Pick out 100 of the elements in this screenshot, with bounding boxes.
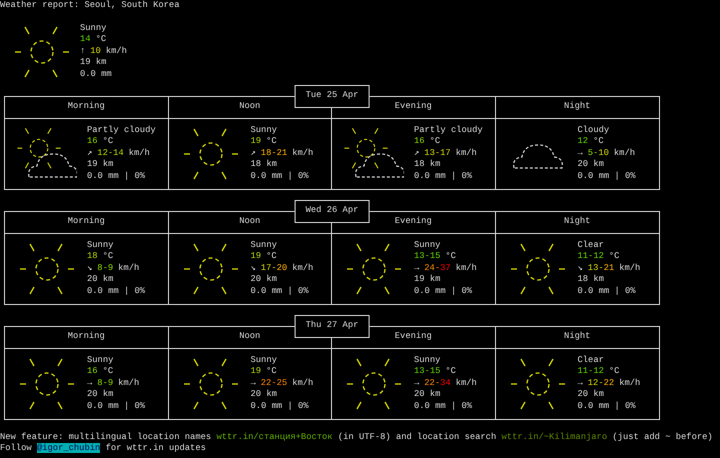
unit-text: °C <box>96 34 106 46</box>
unit-text: km/h <box>118 262 140 274</box>
value-text: 37 <box>440 262 451 274</box>
unit-text: km/h <box>456 148 477 160</box>
date-label: Thu 27 Apr <box>294 314 370 338</box>
value-text: 19 <box>250 251 262 263</box>
condition-text: Partly cloudy <box>87 124 156 136</box>
value-text: 21 <box>604 262 614 274</box>
wind-direction-text: ↗ <box>250 148 256 160</box>
precipitation-text: 0.0 mm | 0% <box>250 170 310 182</box>
handle-link[interactable]: @igor_chubin <box>36 443 100 453</box>
value-text: 13-15 <box>414 251 440 263</box>
unit-text: °C <box>102 366 114 378</box>
value-text: 18-21 <box>260 148 288 160</box>
precipitation-text: 0.0 mm | 0% <box>578 286 637 298</box>
condition-text: Sunny <box>80 22 108 34</box>
condition-text: Sunny <box>87 240 114 252</box>
value-text: 11-12 <box>578 366 604 378</box>
value-text: 16 <box>87 366 98 378</box>
link[interactable]: wttr.in/~Kilimanjaro <box>502 432 608 442</box>
period-header: Night <box>496 326 659 348</box>
report-title: Weather report: Seoul, South Korea <box>0 0 180 12</box>
unit-text: km/h <box>292 148 314 160</box>
visibility-text: 20 km <box>250 274 278 286</box>
value-text: 34 <box>440 378 451 390</box>
wind-direction-text: → <box>87 378 92 390</box>
visibility-text: 19 km <box>414 274 442 286</box>
value-text: 13-17 <box>424 148 451 160</box>
value-text: 8-9 <box>97 378 114 390</box>
period-header: Night <box>496 212 659 234</box>
wind-direction-text: ↑ <box>80 46 86 57</box>
value-text: 19 <box>250 136 262 148</box>
precipitation-text: 0.0 mm | 0% <box>414 400 474 412</box>
visibility-text: 20 km <box>578 159 605 171</box>
value-text: 5- <box>588 148 598 160</box>
unit-text: °C <box>593 136 604 148</box>
date-label: Tue 25 Apr <box>294 84 370 108</box>
unit-text: °C <box>266 251 277 263</box>
value-text: 10 <box>598 148 609 160</box>
cloud-icon <box>512 144 562 169</box>
value-text: 16 <box>414 136 425 148</box>
precipitation-text: 0.0 mm | 0% <box>578 170 636 182</box>
unit-text: °C <box>266 366 277 378</box>
value-text: 22 <box>604 378 614 390</box>
visibility-text: 20 km <box>87 389 114 401</box>
unit-text: km/h <box>118 378 140 390</box>
unit-text: km/h <box>456 262 477 274</box>
value-text: 17- <box>260 262 277 274</box>
condition-text: Sunny <box>250 354 278 366</box>
condition-text: Sunny <box>250 124 278 136</box>
date-label: Wed 26 Apr <box>294 200 370 222</box>
condition-text: Sunny <box>87 354 114 366</box>
precipitation-text: 0.0 mm | 0% <box>250 400 310 412</box>
period-header: Morning <box>5 326 168 348</box>
precipitation-text: 0.0 mm | 0% <box>87 286 146 298</box>
period-header: Morning <box>5 212 168 234</box>
value-text: 24- <box>424 262 440 274</box>
visibility-text: 18 km <box>578 274 605 286</box>
unit-text: km/h <box>292 378 314 390</box>
unit-text: °C <box>608 251 620 263</box>
unit-text: km/h <box>292 262 314 274</box>
period-header: Night <box>496 96 659 118</box>
precipitation-text: 0.0 mm | 0% <box>578 400 637 412</box>
visibility-text: 19 km <box>80 57 108 68</box>
footer-text: Follow @igor_chubin for wttr.in updates <box>0 443 207 454</box>
precipitation-text: 0.0 mm | 0% <box>414 286 474 298</box>
wind-direction-text: → <box>414 262 420 274</box>
link[interactable]: wttr.in/станция+Восток <box>216 432 333 442</box>
wind-direction-text: → <box>578 378 583 390</box>
precipitation-text: 0.0 mm | 0% <box>87 400 146 412</box>
value-text: 12 <box>578 136 588 148</box>
visibility-text: 18 km <box>414 159 442 171</box>
unit-text: km/h <box>614 148 636 160</box>
value-text: 22-25 <box>260 378 288 390</box>
precipitation-text: 0.0 mm | 0% <box>250 286 310 298</box>
condition-text: Sunny <box>250 240 278 252</box>
wind-direction-text: ↘ <box>87 262 92 274</box>
wind-direction-text: → <box>250 378 256 390</box>
unit-text: °C <box>430 136 440 148</box>
wind-direction-text: ↗ <box>87 148 92 160</box>
visibility-text: 20 km <box>87 274 114 286</box>
unit-text: °C <box>608 366 620 378</box>
wind-direction-text: ↘ <box>250 262 256 274</box>
wind-direction-text: → <box>414 378 420 390</box>
precipitation-text: 0.0 mm | 0% <box>87 170 146 182</box>
value-text: 13- <box>588 262 604 274</box>
value-text: 14 <box>80 34 91 46</box>
visibility-text: 19 km <box>87 159 114 171</box>
wind-direction-text: ↘ <box>578 262 583 274</box>
condition-text: Cloudy <box>578 124 610 136</box>
unit-text: km/h <box>106 46 127 57</box>
condition-text: Partly cloudy <box>414 124 483 136</box>
value-text: 10 <box>90 46 101 57</box>
unit-text: °C <box>102 136 114 148</box>
unit-text: km/h <box>619 262 640 274</box>
value-text: 11-12 <box>578 251 604 263</box>
value-text: 22- <box>424 378 440 390</box>
period-header: Morning <box>5 96 168 118</box>
wind-direction-text: ↗ <box>414 148 420 160</box>
value-text: 13-15 <box>414 366 440 378</box>
